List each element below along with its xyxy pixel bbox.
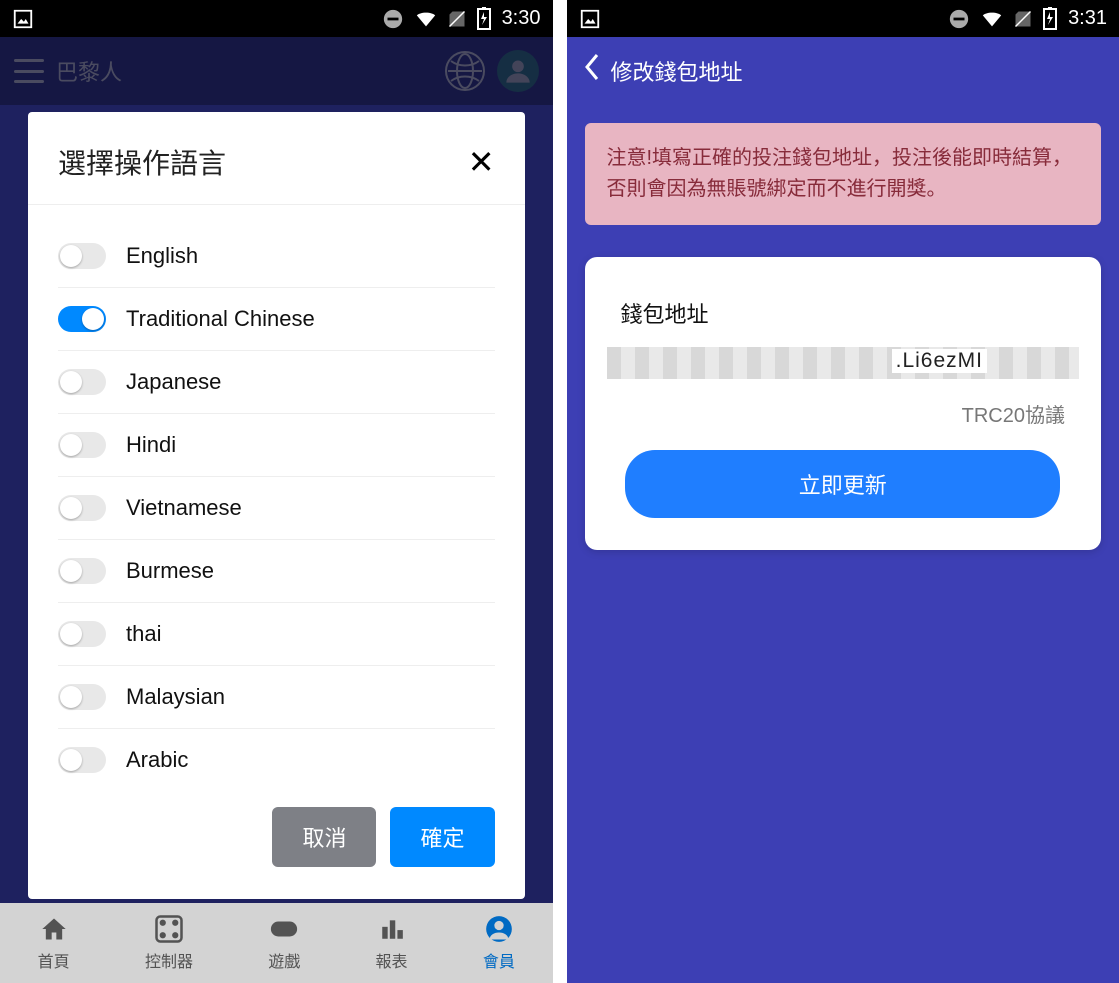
person-icon — [484, 914, 514, 944]
dpad-icon — [154, 914, 184, 944]
image-icon — [579, 8, 601, 30]
language-toggle[interactable] — [58, 684, 106, 710]
wifi-icon — [414, 8, 438, 30]
language-label: Vietnamese — [126, 495, 242, 521]
language-toggle[interactable] — [58, 747, 106, 773]
language-label: Traditional Chinese — [126, 306, 315, 332]
wallet-label: 錢包地址 — [621, 297, 1066, 329]
chart-icon — [377, 914, 407, 944]
nav-item-chart[interactable]: 報表 — [376, 914, 408, 972]
battery-icon — [476, 7, 492, 31]
language-item[interactable]: English — [58, 225, 495, 288]
language-toggle[interactable] — [58, 621, 106, 647]
language-toggle[interactable] — [58, 432, 106, 458]
dnd-icon — [382, 8, 404, 30]
language-label: English — [126, 243, 198, 269]
language-item[interactable]: Hindi — [58, 414, 495, 477]
phone-right: 3:31 修改錢包地址 注意!填寫正確的投注錢包地址，投注後能即時結算，否則會因… — [567, 0, 1119, 983]
bottom-nav: 首頁 控制器 遊戲 報表 會員 — [0, 903, 553, 983]
language-toggle[interactable] — [58, 306, 106, 332]
nav-label: 遊戲 — [268, 948, 300, 972]
home-icon — [39, 914, 69, 944]
wallet-address-partial: .Li6ezMI — [892, 349, 987, 373]
language-label: Arabic — [126, 747, 188, 773]
confirm-button[interactable]: 確定 — [390, 807, 494, 867]
page-title: 修改錢包地址 — [611, 55, 743, 87]
language-list: English Traditional Chinese Japanese Hindi V… — [28, 205, 525, 783]
language-item[interactable]: Japanese — [58, 351, 495, 414]
phone-left: 3:30 巴黎人 選擇操作語言 ✕ EnglishTraditional Chi… — [0, 0, 553, 983]
language-toggle[interactable] — [58, 495, 106, 521]
close-icon[interactable]: ✕ — [468, 143, 495, 181]
language-toggle[interactable] — [58, 369, 106, 395]
nav-item-dpad[interactable]: 控制器 — [145, 914, 193, 972]
nav-label: 首頁 — [38, 948, 70, 972]
warning-message: 注意!填寫正確的投注錢包地址，投注後能即時結算，否則會因為無賬號綁定而不進行開獎… — [585, 123, 1102, 225]
language-modal: 選擇操作語言 ✕ English Traditional Chinese Japan… — [28, 112, 525, 899]
wifi-icon — [980, 8, 1004, 30]
language-label: Japanese — [126, 369, 221, 395]
language-item[interactable]: thai — [58, 603, 495, 666]
update-button[interactable]: 立即更新 — [625, 450, 1060, 518]
wallet-address-input[interactable]: .Li6ezMI — [607, 347, 1080, 379]
nav-label: 會員 — [483, 948, 515, 972]
nav-item-home[interactable]: 首頁 — [38, 914, 70, 972]
status-bar: 3:31 — [567, 0, 1119, 37]
language-label: Hindi — [126, 432, 176, 458]
protocol-text: TRC20協議 — [607, 399, 1066, 428]
language-item[interactable]: Traditional Chinese — [58, 288, 495, 351]
image-icon — [12, 8, 34, 30]
language-label: Burmese — [126, 558, 214, 584]
modal-title: 選擇操作語言 — [58, 142, 226, 182]
page-header: 修改錢包地址 — [567, 37, 1119, 105]
sim-icon — [448, 8, 466, 30]
language-label: Malaysian — [126, 684, 225, 710]
nav-item-person[interactable]: 會員 — [483, 914, 515, 972]
nav-item-gamepad[interactable]: 遊戲 — [268, 914, 300, 972]
status-time: 3:31 — [1068, 7, 1107, 30]
sim-icon — [1014, 8, 1032, 30]
language-item[interactable]: Vietnamese — [58, 477, 495, 540]
language-toggle[interactable] — [58, 243, 106, 269]
wallet-card: 錢包地址 .Li6ezMI TRC20協議 立即更新 — [585, 257, 1102, 550]
nav-label: 報表 — [376, 948, 408, 972]
language-item[interactable]: Malaysian — [58, 666, 495, 729]
dnd-icon — [948, 8, 970, 30]
status-bar: 3:30 — [0, 0, 553, 37]
language-label: thai — [126, 621, 161, 647]
battery-icon — [1042, 7, 1058, 31]
status-time: 3:30 — [502, 7, 541, 30]
language-toggle[interactable] — [58, 558, 106, 584]
cancel-button[interactable]: 取消 — [272, 807, 376, 867]
back-icon[interactable] — [583, 53, 601, 89]
gamepad-icon — [269, 914, 299, 944]
language-item[interactable]: Arabic — [58, 729, 495, 783]
language-item[interactable]: Burmese — [58, 540, 495, 603]
nav-label: 控制器 — [145, 948, 193, 972]
